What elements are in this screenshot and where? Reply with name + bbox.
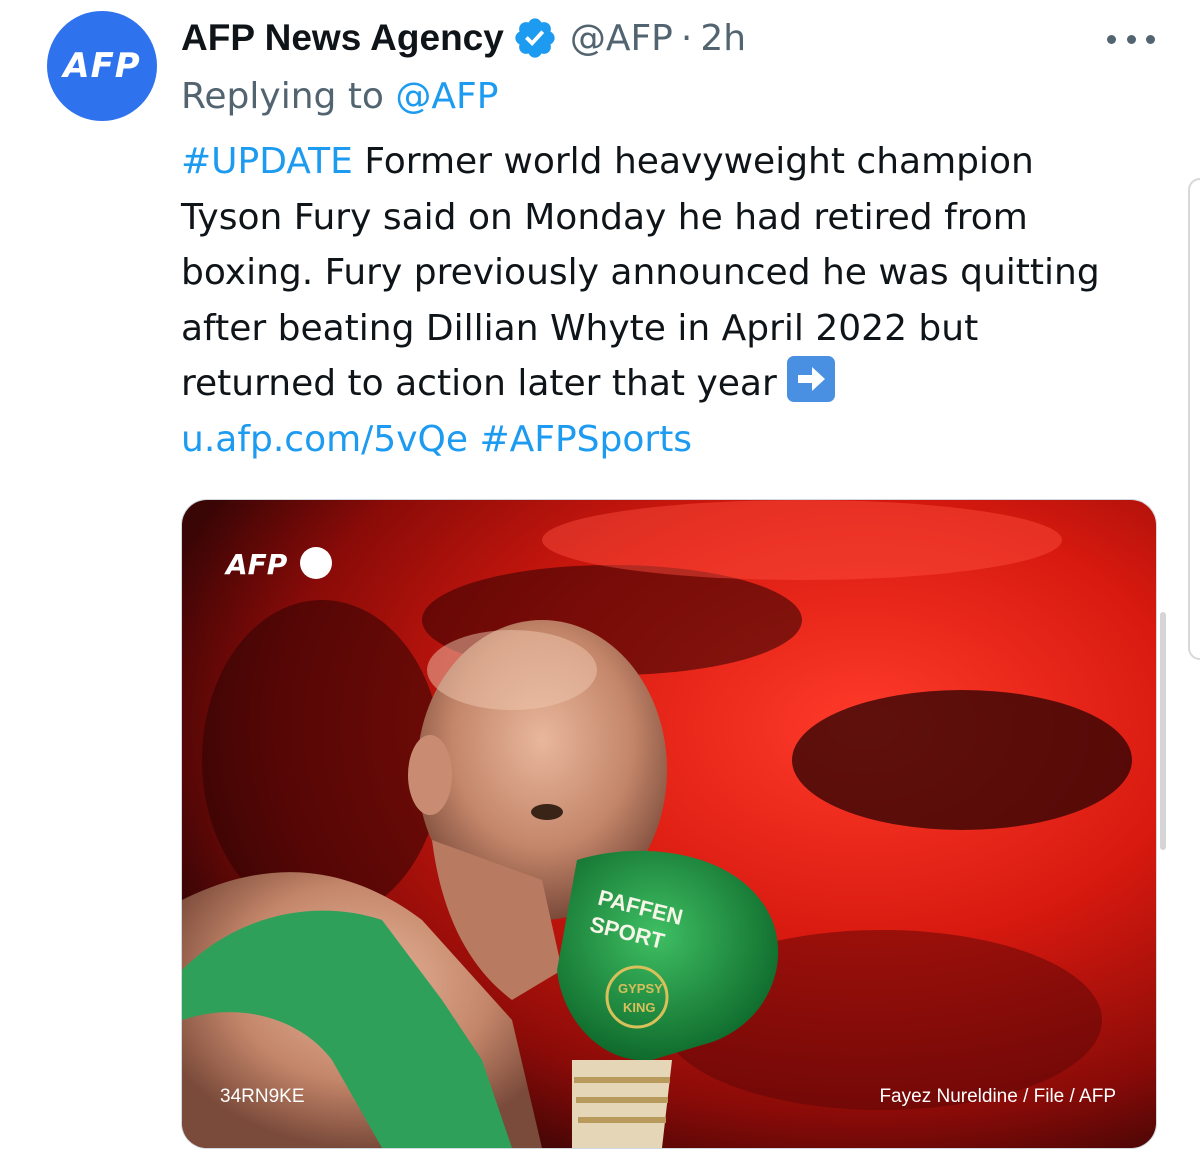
- side-panel-edge: [1188, 178, 1200, 660]
- hashtag-update-link[interactable]: #UPDATE: [181, 141, 353, 182]
- more-options-icon[interactable]: [1107, 27, 1155, 51]
- right-arrow-emoji-icon: [786, 356, 835, 402]
- tweet-photo[interactable]: PAFFEN SPORT GYPSY KING AFP 34RN9KE Faye…: [181, 499, 1157, 1149]
- tweet-line-5: returned to action later that year: [181, 356, 1171, 412]
- glove-badge-text-2: KING: [623, 1000, 656, 1015]
- tweet-line-6: u.afp.com/5vQe #AFPSports: [181, 412, 1171, 468]
- photo-id: 34RN9KE: [220, 1086, 305, 1107]
- photo-credit: Fayez Nureldine / File / AFP: [879, 1086, 1116, 1107]
- avatar[interactable]: AFP: [47, 11, 157, 121]
- afp-watermark-dot-icon: [300, 547, 332, 579]
- tweet[interactable]: AFP AFP News Agency @AFP · 2h Replying t…: [0, 0, 1200, 1165]
- tweet-line-1: #UPDATE Former world heavyweight champio…: [181, 134, 1171, 190]
- afp-watermark: AFP: [224, 548, 288, 581]
- display-name[interactable]: AFP News Agency: [181, 17, 504, 59]
- tweet-line-3: boxing. Fury previously announced he was…: [181, 252, 1100, 293]
- verified-badge-icon: [512, 15, 558, 61]
- user-handle[interactable]: @AFP: [570, 18, 673, 59]
- separator-dot: ·: [680, 17, 693, 59]
- tweet-header: AFP News Agency @AFP · 2h: [181, 14, 746, 62]
- article-link[interactable]: u.afp.com/5vQe: [181, 419, 468, 460]
- glove-badge-text-1: GYPSY: [618, 981, 663, 996]
- replying-to-label: Replying to: [181, 76, 396, 117]
- tweet-line-1-text: Former world heavyweight champion: [352, 141, 1034, 182]
- tweet-line-2: Tyson Fury said on Monday he had retired…: [181, 196, 1028, 238]
- timestamp[interactable]: 2h: [700, 18, 746, 59]
- replying-to: Replying to @AFP: [181, 76, 498, 117]
- tweet-line-4: after beating Dillian Whyte in April 202…: [181, 307, 979, 349]
- tweet-text: #UPDATE Former world heavyweight champio…: [181, 134, 1171, 467]
- scrollbar-thumb[interactable]: [1160, 612, 1166, 850]
- avatar-label: AFP: [63, 46, 141, 86]
- tweet-line-5-text: returned to action later that year: [181, 363, 777, 404]
- hashtag-afpsports-link[interactable]: #AFPSports: [479, 419, 692, 460]
- reply-handle-link[interactable]: @AFP: [395, 76, 498, 117]
